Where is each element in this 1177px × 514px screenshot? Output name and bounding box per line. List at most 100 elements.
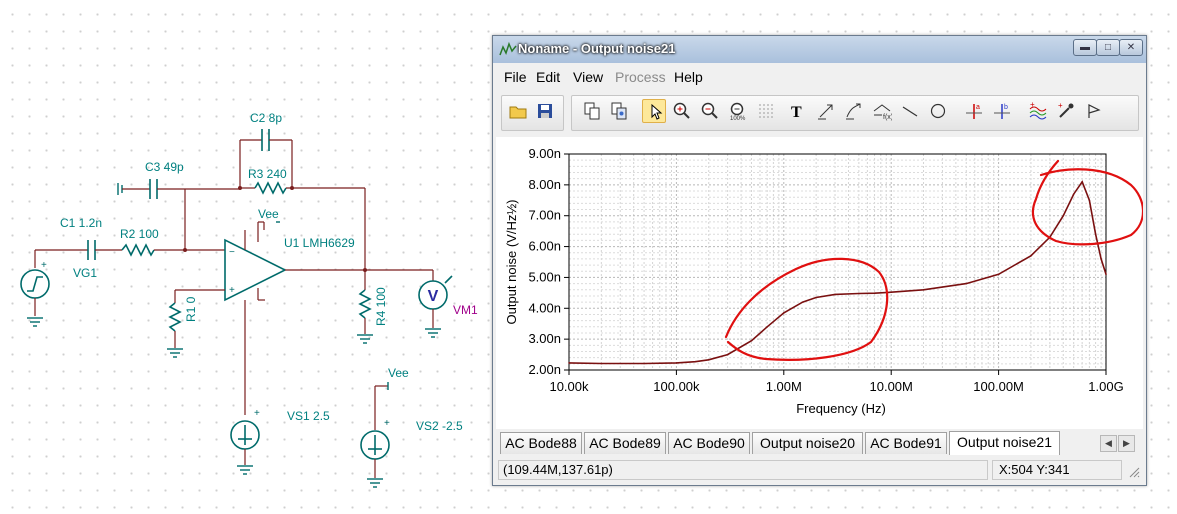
generator-vg1[interactable]: +	[20, 260, 50, 327]
label-r2: R2 100	[120, 227, 159, 241]
menu-file[interactable]: File	[504, 69, 527, 85]
zoom-in-button[interactable]	[670, 99, 694, 123]
label-vs1: VS1 2.5	[287, 409, 330, 423]
close-icon: ✕	[1126, 42, 1136, 53]
resize-grip-icon[interactable]	[1128, 466, 1140, 478]
series-point	[568, 362, 570, 364]
svg-text:+: +	[229, 285, 235, 296]
tab-scroll-left-button[interactable]: ◀	[1100, 435, 1117, 452]
line-button[interactable]	[898, 99, 922, 123]
copy-button[interactable]	[580, 99, 604, 123]
noise-chart[interactable]: 2.00n 3.00n 4.00n 5.00n 6.00n 7.00n 8.00n 9.00n…	[496, 137, 1145, 429]
series-point	[726, 353, 729, 356]
label-vs2: VS2 -2.5	[416, 419, 463, 433]
resistor-r4[interactable]	[357, 270, 373, 344]
tab-ac-bode89[interactable]: AC Bode89	[584, 432, 666, 454]
plot-area[interactable]: 2.00n 3.00n 4.00n 5.00n 6.00n 7.00n 8.00n 9.00n…	[496, 137, 1145, 429]
analysis-window[interactable]: Noname - Output noise21 ▬ □ ✕ File Edit …	[492, 35, 1147, 486]
flag-button[interactable]	[1082, 99, 1106, 123]
cursor-a-icon: a	[966, 104, 982, 119]
tab-ac-bode90[interactable]: AC Bode90	[668, 432, 750, 454]
plot-frame	[568, 153, 1107, 371]
svg-text:+: +	[1030, 101, 1035, 109]
text-button[interactable]: T	[786, 99, 810, 123]
tab-output-noise21[interactable]: Output noise21	[949, 431, 1060, 455]
y-tick-label: 5.00n	[528, 269, 561, 284]
menu-process[interactable]: Process	[615, 69, 666, 85]
zoom-100-icon: 100%	[730, 102, 746, 121]
tab-ac-bode88[interactable]: AC Bode88	[500, 432, 582, 454]
app-icon	[499, 41, 517, 56]
series-point	[750, 339, 753, 342]
menu-view[interactable]: View	[573, 69, 603, 85]
label-c1: C1 1.2n	[60, 216, 102, 230]
formula-icon: f(x)	[873, 104, 892, 121]
series-point	[1030, 255, 1032, 257]
cursor-b-button[interactable]: b	[990, 99, 1014, 123]
series-point	[1062, 214, 1065, 217]
y-tick-label: 7.00n	[528, 208, 561, 223]
x-tick-label: 1.00M	[766, 379, 802, 394]
series-point	[1088, 199, 1091, 202]
save-button[interactable]	[533, 99, 557, 123]
tab-ac-bode91[interactable]: AC Bode91	[865, 432, 947, 454]
vee-terminal-top[interactable]	[257, 221, 280, 242]
copy-page-button[interactable]	[607, 99, 631, 123]
arrow-text-button[interactable]	[814, 99, 838, 123]
title-bar[interactable]: Noname - Output noise21 ▬ □ ✕	[493, 36, 1146, 63]
zoom-100-button[interactable]: 100%	[726, 99, 750, 123]
status-cursor-position: X:504 Y:341	[992, 460, 1122, 480]
label-r4: R4 100	[374, 287, 388, 326]
tab-output-noise20[interactable]: Output noise20	[752, 432, 863, 454]
open-button[interactable]	[506, 99, 530, 123]
svg-text:−: −	[229, 247, 235, 258]
series-point	[834, 293, 836, 296]
series-point	[965, 282, 968, 285]
opamp-u1[interactable]: − +	[224, 230, 365, 415]
flag-icon	[1088, 104, 1101, 118]
pointer-icon	[651, 103, 663, 120]
open-folder-icon	[509, 106, 527, 119]
maximize-button[interactable]: □	[1096, 39, 1120, 56]
svg-text:a: a	[976, 104, 980, 111]
toolbar: 100% T f(x) a b + +	[496, 92, 1144, 134]
dropper-button[interactable]: +	[1054, 99, 1078, 123]
series-point	[1081, 180, 1083, 183]
series-point	[783, 312, 785, 314]
svg-text:+: +	[41, 260, 47, 271]
y-tick-label: 6.00n	[528, 239, 561, 254]
series-point	[858, 292, 860, 295]
source-vs1[interactable]: +	[230, 408, 260, 475]
close-button[interactable]: ✕	[1119, 39, 1143, 56]
schematic-canvas[interactable]: C2 8p C3 49p R3 240 Vee C1 1.2n R2 100 −…	[0, 0, 490, 514]
x-tick-label: 100.00k	[653, 379, 700, 394]
series-point	[922, 288, 925, 291]
series-point	[643, 362, 645, 365]
series-point	[1100, 258, 1102, 260]
pointer-button[interactable]	[642, 99, 666, 123]
grid-button[interactable]	[754, 99, 778, 123]
minimize-button[interactable]: ▬	[1073, 39, 1097, 56]
curves-button[interactable]: +	[1026, 99, 1050, 123]
menu-help[interactable]: Help	[674, 69, 703, 85]
circle-button[interactable]	[926, 99, 950, 123]
arrow-left-icon: ◀	[1105, 438, 1112, 448]
save-icon	[538, 104, 552, 118]
minimize-icon: ▬	[1080, 42, 1090, 53]
tab-scroll-right-button[interactable]: ▶	[1118, 435, 1135, 452]
resistor-r2[interactable]	[121, 189, 225, 257]
resistor-r3[interactable]	[240, 181, 366, 268]
zoom-out-button[interactable]	[698, 99, 722, 123]
curve-text-button[interactable]	[842, 99, 866, 123]
formula-button[interactable]: f(x)	[870, 99, 894, 123]
capacitor-c1[interactable]	[34, 240, 122, 268]
label-vee-top: Vee	[258, 207, 279, 221]
series-point	[1072, 193, 1075, 195]
label-r1: R1 0	[184, 296, 198, 322]
curve-text-icon	[846, 103, 861, 120]
cursor-a-button[interactable]: a	[962, 99, 986, 123]
series-point	[1105, 273, 1107, 276]
menu-edit[interactable]: Edit	[536, 69, 560, 85]
capacitor-c3[interactable]	[117, 179, 240, 199]
arrow-right-icon: ▶	[1123, 438, 1130, 448]
